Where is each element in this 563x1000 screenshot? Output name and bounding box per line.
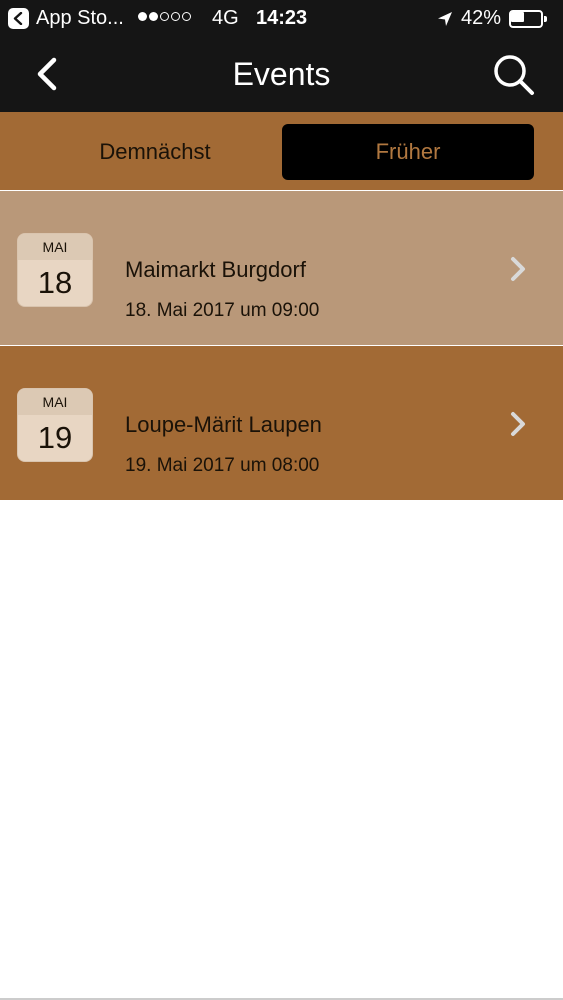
chevron-right-icon	[508, 410, 528, 438]
event-datetime: 18. Mai 2017 um 09:00	[125, 300, 320, 321]
tab-upcoming[interactable]: Demnächst	[29, 124, 281, 180]
calendar-date-icon: MAI 18	[17, 233, 93, 307]
network-type: 4G	[212, 7, 239, 29]
event-day: 19	[37, 420, 73, 455]
status-bar: App Sto... 4G 14:23 42%	[0, 0, 563, 38]
search-icon[interactable]	[490, 52, 538, 98]
event-month: MAI	[18, 234, 92, 260]
events-screen: App Sto... 4G 14:23 42% Events Demnächst…	[0, 0, 563, 1000]
page-title: Events	[232, 56, 331, 92]
back-to-app-label[interactable]: App Sto...	[36, 7, 124, 30]
nav-bar: Events	[0, 38, 563, 112]
event-title: Maimarkt Burgdorf	[125, 257, 306, 282]
tab-past[interactable]: Früher	[282, 124, 534, 180]
battery-percent: 42%	[461, 7, 502, 29]
calendar-date-icon: MAI 19	[17, 388, 93, 462]
battery-icon	[509, 10, 547, 28]
event-month: MAI	[18, 389, 92, 415]
clock: 14:23	[256, 7, 308, 29]
location-arrow-icon	[436, 10, 454, 34]
signal-strength-icon	[138, 12, 191, 21]
event-title: Loupe-Märit Laupen	[125, 412, 322, 437]
event-row[interactable]: MAI 18 Maimarkt Burgdorf 18. Mai 2017 um…	[0, 191, 563, 345]
segmented-control: Demnächst Früher	[0, 112, 563, 190]
event-day: 18	[37, 265, 73, 300]
chevron-right-icon	[508, 255, 528, 283]
event-datetime: 19. Mai 2017 um 08:00	[125, 455, 320, 476]
event-row[interactable]: MAI 19 Loupe-Märit Laupen 19. Mai 2017 u…	[0, 346, 563, 500]
back-to-app-icon[interactable]	[8, 8, 29, 29]
